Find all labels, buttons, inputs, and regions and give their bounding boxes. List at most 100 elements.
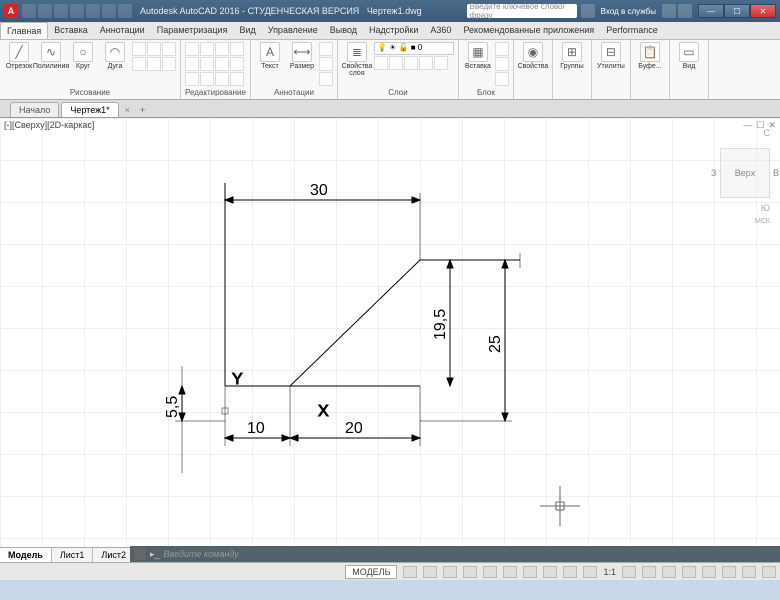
status-lwt-icon[interactable]: [523, 566, 537, 578]
circle-button[interactable]: ○Круг: [68, 42, 98, 70]
qat-open-icon[interactable]: [38, 4, 52, 18]
layer-lock-icon[interactable]: [404, 56, 418, 70]
properties-button[interactable]: ◉Свойства: [518, 42, 548, 70]
signin-icon[interactable]: [581, 4, 595, 18]
tab-annotate[interactable]: Аннотации: [94, 22, 151, 39]
tab-view[interactable]: Вид: [233, 22, 261, 39]
stretch-icon[interactable]: [185, 72, 199, 86]
layer-props-button[interactable]: ≣Свойства слоя: [342, 42, 372, 77]
clipboard-button[interactable]: 📋Буфе...: [635, 42, 665, 70]
status-units-icon[interactable]: [662, 566, 676, 578]
fillet-icon[interactable]: [215, 57, 229, 71]
cmd-close-icon[interactable]: [134, 548, 146, 560]
status-ortho-icon[interactable]: [443, 566, 457, 578]
tab-output[interactable]: Вывод: [324, 22, 363, 39]
tab-home[interactable]: Главная: [0, 22, 48, 39]
offset-icon[interactable]: [230, 72, 244, 86]
close-button[interactable]: ✕: [750, 4, 776, 18]
exchange-icon[interactable]: [662, 4, 676, 18]
maximize-button[interactable]: ☐: [724, 4, 750, 18]
polyline-button[interactable]: ∿Полилиния: [36, 42, 66, 70]
status-otrack-icon[interactable]: [503, 566, 517, 578]
edit-block-icon[interactable]: [495, 57, 509, 71]
close-tab-icon[interactable]: ×: [121, 103, 134, 117]
status-custom-icon[interactable]: [762, 566, 776, 578]
tab-addins[interactable]: Надстройки: [363, 22, 424, 39]
status-workspace-icon[interactable]: [622, 566, 636, 578]
table-icon[interactable]: [319, 57, 333, 71]
status-scale[interactable]: 1:1: [603, 567, 616, 577]
doc-tab-active[interactable]: Чертеж1*: [61, 102, 118, 117]
layout-sheet1[interactable]: Лист1: [52, 548, 94, 562]
hatch-icon[interactable]: [147, 42, 161, 56]
drawing-canvas[interactable]: [-][Сверху][2D-каркас] — ☐ ✕ С З Верх В …: [0, 118, 780, 562]
region-icon[interactable]: [162, 57, 176, 71]
rotate-icon[interactable]: [200, 42, 214, 56]
doc-tab-start[interactable]: Начало: [10, 102, 59, 117]
tab-manage[interactable]: Управление: [262, 22, 324, 39]
layer-off-icon[interactable]: [374, 56, 388, 70]
status-annomon-icon[interactable]: [642, 566, 656, 578]
status-annoscale-icon[interactable]: [583, 566, 597, 578]
mtext-icon[interactable]: [319, 72, 333, 86]
mirror-icon[interactable]: [200, 57, 214, 71]
layer-freeze-icon[interactable]: [389, 56, 403, 70]
status-hardware-icon[interactable]: [722, 566, 736, 578]
layer-dropdown[interactable]: 💡 ☀ 🔓 ■ 0: [374, 42, 454, 55]
scale-icon[interactable]: [200, 72, 214, 86]
spline-icon[interactable]: [132, 57, 146, 71]
status-transparency-icon[interactable]: [543, 566, 557, 578]
tab-performance[interactable]: Performance: [600, 22, 664, 39]
new-tab-button[interactable]: +: [134, 103, 151, 117]
layout-sheet2[interactable]: Лист2: [93, 548, 135, 562]
command-line[interactable]: ▸_ Введите команду: [130, 546, 780, 562]
dimension-button[interactable]: ⟷Размер: [287, 42, 317, 70]
signin-label[interactable]: Вход в службы: [597, 7, 660, 16]
point-icon[interactable]: [147, 57, 161, 71]
ellipse-icon[interactable]: [162, 42, 176, 56]
status-qprops-icon[interactable]: [682, 566, 696, 578]
explode-icon[interactable]: [230, 57, 244, 71]
layer-prev-icon[interactable]: [434, 56, 448, 70]
app-logo[interactable]: A: [4, 4, 18, 18]
help-search-input[interactable]: Введите ключевое слово/фразу: [467, 4, 577, 18]
status-isolate-icon[interactable]: [702, 566, 716, 578]
utilities-button[interactable]: ⊟Утилиты: [596, 42, 626, 70]
status-polar-icon[interactable]: [463, 566, 477, 578]
qat-redo-icon[interactable]: [118, 4, 132, 18]
qat-undo-icon[interactable]: [102, 4, 116, 18]
status-cycling-icon[interactable]: [563, 566, 577, 578]
qat-save-icon[interactable]: [54, 4, 68, 18]
groups-button[interactable]: ⊞Группы: [557, 42, 587, 70]
minimize-button[interactable]: —: [698, 4, 724, 18]
attr-icon[interactable]: [495, 72, 509, 86]
tab-featured[interactable]: Рекомендованные приложения: [457, 22, 600, 39]
arc-button[interactable]: ◠Дуга: [100, 42, 130, 70]
tab-parametric[interactable]: Параметризация: [151, 22, 234, 39]
copy-icon[interactable]: [185, 57, 199, 71]
status-clean-icon[interactable]: [742, 566, 756, 578]
view-button[interactable]: ▭Вид: [674, 42, 704, 70]
qat-new-icon[interactable]: [22, 4, 36, 18]
insert-block-button[interactable]: ▦Вставка: [463, 42, 493, 70]
layer-match-icon[interactable]: [419, 56, 433, 70]
qat-plot-icon[interactable]: [86, 4, 100, 18]
rect-icon[interactable]: [132, 42, 146, 56]
tab-a360[interactable]: A360: [424, 22, 457, 39]
status-grid-icon[interactable]: [403, 566, 417, 578]
array-icon[interactable]: [215, 72, 229, 86]
qat-saveas-icon[interactable]: [70, 4, 84, 18]
help-icon[interactable]: [678, 4, 692, 18]
layout-model[interactable]: Модель: [0, 548, 52, 562]
move-icon[interactable]: [185, 42, 199, 56]
trim-icon[interactable]: [215, 42, 229, 56]
status-model-button[interactable]: МОДЕЛЬ: [345, 565, 397, 579]
erase-icon[interactable]: [230, 42, 244, 56]
status-snap-icon[interactable]: [423, 566, 437, 578]
tab-insert[interactable]: Вставка: [48, 22, 93, 39]
create-block-icon[interactable]: [495, 42, 509, 56]
text-button[interactable]: AТекст: [255, 42, 285, 70]
leader-icon[interactable]: [319, 42, 333, 56]
line-button[interactable]: ╱Отрезок: [4, 42, 34, 70]
status-osnap-icon[interactable]: [483, 566, 497, 578]
